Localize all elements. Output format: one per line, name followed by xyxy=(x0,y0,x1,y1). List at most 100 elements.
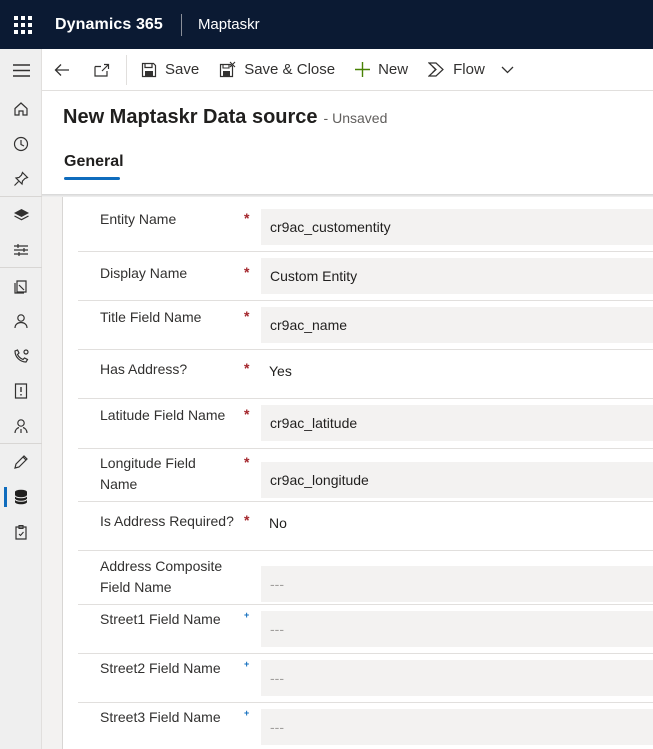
recommended-indicator: + xyxy=(244,659,250,669)
phone-settings-icon xyxy=(13,348,29,363)
person-pin-icon xyxy=(14,418,28,433)
form-row-street2: Street2 Field Name + --- xyxy=(78,654,653,703)
save-close-icon xyxy=(220,61,236,78)
layers-icon xyxy=(13,208,29,220)
command-divider xyxy=(126,54,127,85)
database-icon xyxy=(14,489,28,504)
pin-icon xyxy=(14,170,29,186)
app-title[interactable]: Dynamics 365 xyxy=(55,16,163,34)
form-body: Entity Name * cr9ac_customentity Display… xyxy=(42,197,653,749)
recommended-indicator: + xyxy=(244,610,250,620)
form-row-display-name: Display Name * Custom Entity xyxy=(78,252,653,301)
field-label: Title Field Name xyxy=(100,309,202,325)
field-label: Display Name xyxy=(100,265,188,281)
save-icon xyxy=(141,62,157,77)
form-row-address-composite: Address Composite Field Name --- xyxy=(78,551,653,605)
pop-out-icon xyxy=(94,63,110,77)
field-label: Latitude Field Name xyxy=(100,407,226,423)
back-arrow-icon xyxy=(54,63,69,76)
save-button[interactable]: Save xyxy=(131,49,209,91)
clipboard-icon xyxy=(15,524,27,540)
site-map-toggle[interactable] xyxy=(0,49,42,91)
form-row-entity-name: Entity Name * cr9ac_customentity xyxy=(78,197,653,252)
recommended-indicator: + xyxy=(244,708,250,718)
field-label: Street2 Field Name xyxy=(100,660,221,676)
flow-label: Flow xyxy=(453,61,485,78)
nav-documents[interactable] xyxy=(0,268,42,303)
back-button[interactable] xyxy=(42,49,82,91)
save-and-close-button[interactable]: Save & Close xyxy=(209,49,345,91)
person-icon xyxy=(14,313,28,328)
field-label: Is Address Required? xyxy=(100,513,234,529)
form-row-street1: Street1 Field Name + --- xyxy=(78,605,653,654)
has-address-toggle[interactable]: Yes xyxy=(269,363,292,379)
form-row-address-required: Is Address Required? * No xyxy=(78,502,653,551)
address-required-toggle[interactable]: No xyxy=(269,515,287,531)
field-label: Entity Name xyxy=(100,211,177,227)
entity-name-input[interactable]: cr9ac_customentity xyxy=(261,209,653,245)
recent-icon xyxy=(13,136,29,151)
field-label: Address Composite Field Name xyxy=(100,558,223,595)
street2-field-input[interactable]: --- xyxy=(261,660,653,696)
street1-field-input[interactable]: --- xyxy=(261,611,653,647)
nav-home[interactable] xyxy=(0,91,42,126)
new-button[interactable]: New xyxy=(345,49,418,91)
field-label: Street1 Field Name xyxy=(100,611,221,627)
waffle-icon xyxy=(14,15,32,34)
address-composite-input[interactable]: --- xyxy=(261,566,653,602)
app-launcher-button[interactable] xyxy=(0,0,46,49)
nav-layers[interactable] xyxy=(0,197,42,232)
flow-dropdown-button[interactable] xyxy=(495,49,520,91)
form-row-has-address: Has Address? * Yes xyxy=(78,350,653,399)
hamburger-icon xyxy=(12,63,30,77)
form-section-card: Entity Name * cr9ac_customentity Display… xyxy=(62,197,653,749)
nav-person-pin[interactable] xyxy=(0,408,42,443)
form-row-street3: Street3 Field Name + --- xyxy=(78,703,653,749)
nav-pinned[interactable] xyxy=(0,161,42,196)
nav-clipboard[interactable] xyxy=(0,514,42,549)
form-row-title-field: Title Field Name * cr9ac_name xyxy=(78,301,653,350)
required-asterisk: * xyxy=(244,512,250,528)
field-label: Has Address? xyxy=(100,361,188,377)
display-name-input[interactable]: Custom Entity xyxy=(261,258,653,294)
chevron-down-icon xyxy=(501,66,514,73)
nav-contacts[interactable] xyxy=(0,303,42,338)
settings-sliders-icon xyxy=(14,243,28,256)
nav-data-sources[interactable] xyxy=(0,479,42,514)
top-bar: Dynamics 365 Maptaskr xyxy=(0,0,653,49)
nav-settings[interactable] xyxy=(0,232,42,267)
title-row: New Maptaskr Data source - Unsaved xyxy=(63,106,387,129)
form-header: New Maptaskr Data source - Unsaved Gener… xyxy=(42,91,653,195)
topbar-divider xyxy=(180,13,182,36)
save-and-close-label: Save & Close xyxy=(244,61,336,78)
nav-edit[interactable] xyxy=(0,444,42,479)
field-label: Longitude Field Name xyxy=(100,455,196,492)
plus-icon xyxy=(355,62,371,77)
required-asterisk: * xyxy=(244,360,250,376)
save-label: Save xyxy=(165,61,200,78)
required-asterisk: * xyxy=(244,454,250,470)
documents-icon xyxy=(14,279,27,294)
form-row-latitude: Latitude Field Name * cr9ac_latitude xyxy=(78,399,653,449)
tab-selected-indicator xyxy=(64,177,120,180)
open-in-new-window-button[interactable] xyxy=(82,49,122,91)
title-field-input[interactable]: cr9ac_name xyxy=(261,307,653,343)
new-label: New xyxy=(378,61,409,78)
latitude-field-input[interactable]: cr9ac_latitude xyxy=(261,405,653,441)
required-asterisk: * xyxy=(244,264,250,280)
page-title: New Maptaskr Data source xyxy=(63,106,318,128)
pencil-icon xyxy=(14,454,28,469)
form-row-longitude: Longitude Field Name * cr9ac_longitude xyxy=(78,449,653,502)
alert-doc-icon xyxy=(14,382,28,399)
nav-phone-settings[interactable] xyxy=(0,338,42,373)
street3-field-input[interactable]: --- xyxy=(261,709,653,745)
required-asterisk: * xyxy=(244,210,250,226)
required-asterisk: * xyxy=(244,406,250,422)
app-name[interactable]: Maptaskr xyxy=(198,16,260,33)
flow-button[interactable]: Flow xyxy=(418,49,495,91)
tab-general[interactable]: General xyxy=(64,153,124,171)
nav-recent[interactable] xyxy=(0,126,42,161)
nav-alerts[interactable] xyxy=(0,373,42,408)
flow-icon xyxy=(428,62,444,77)
longitude-field-input[interactable]: cr9ac_longitude xyxy=(261,462,653,498)
